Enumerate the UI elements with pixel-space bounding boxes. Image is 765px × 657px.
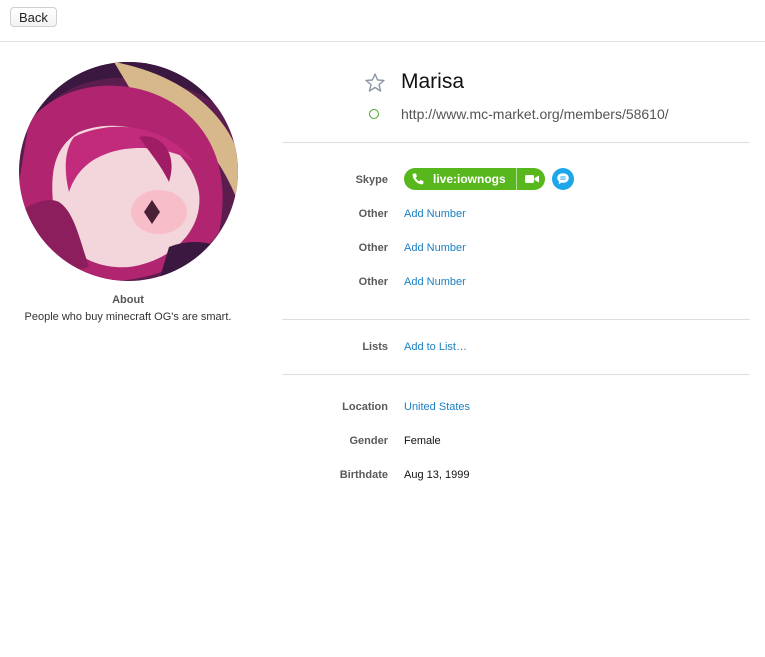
pill-separator (516, 168, 517, 190)
phone-icon (412, 173, 424, 185)
other-label: Other (358, 208, 388, 220)
back-button[interactable]: Back (10, 7, 57, 27)
add-to-list-link[interactable]: Add to List… (404, 341, 467, 353)
gender-value: Female (404, 435, 441, 447)
top-toolbar: Back (0, 0, 765, 42)
other-label: Other (358, 242, 388, 254)
birthdate-value: Aug 13, 1999 (404, 469, 470, 481)
divider (282, 142, 750, 143)
star-icon[interactable] (364, 72, 386, 94)
skype-label: Skype (355, 174, 388, 186)
contact-name: Marisa (401, 70, 465, 93)
skype-call-button[interactable]: live:iownogs (404, 168, 545, 190)
add-number-link[interactable]: Add Number (404, 242, 466, 254)
add-number-link[interactable]: Add Number (404, 208, 466, 220)
other-label: Other (358, 276, 388, 288)
about-section: About People who buy minecraft OG's are … (18, 294, 238, 324)
chat-button[interactable] (552, 168, 574, 190)
skype-handle: live:iownogs (433, 172, 506, 186)
add-number-link[interactable]: Add Number (404, 276, 466, 288)
location-label: Location (342, 401, 388, 413)
status-circle-icon (369, 109, 379, 119)
birthdate-label: Birthdate (339, 469, 388, 481)
gender-label: Gender (349, 435, 388, 447)
profile-url-link[interactable]: http://www.mc-market.org/members/58610/ (401, 106, 669, 122)
about-text: People who buy minecraft OG's are smart. (24, 311, 232, 323)
chat-icon (557, 173, 569, 185)
lists-label: Lists (362, 341, 388, 353)
location-link[interactable]: United States (404, 401, 470, 413)
divider (282, 374, 750, 375)
about-title: About (112, 294, 144, 306)
video-icon[interactable] (524, 173, 540, 185)
divider (282, 319, 750, 320)
